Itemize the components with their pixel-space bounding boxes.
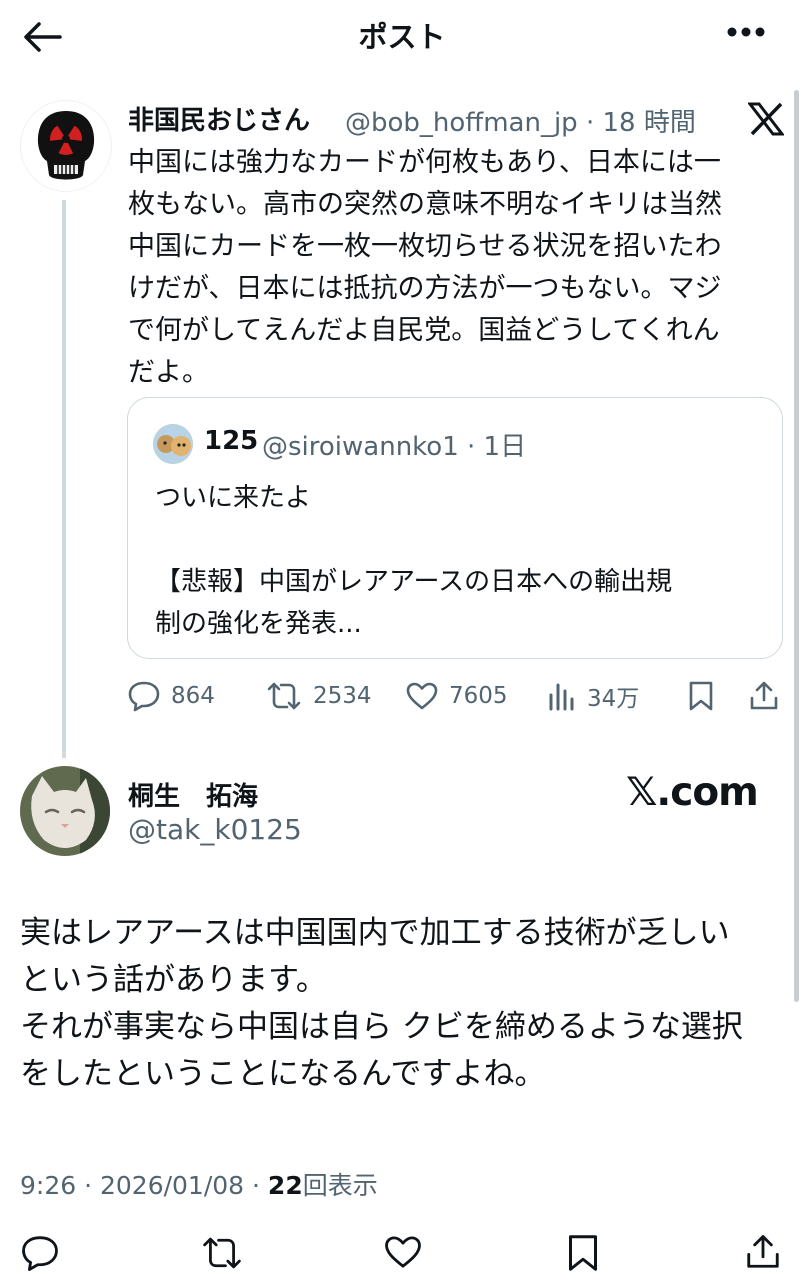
more-horizontal-icon: [727, 27, 765, 37]
reply-button[interactable]: 864: [127, 678, 215, 714]
reply-author-name[interactable]: 桐生 拓海: [128, 776, 258, 813]
quote-author-handle-time: @siroiwannko1 · 1日: [262, 432, 527, 462]
bottom-reply-button[interactable]: [20, 1233, 60, 1273]
bottom-bookmark-button[interactable]: [566, 1233, 606, 1273]
bottom-like-button[interactable]: [383, 1233, 423, 1273]
bookmark-icon: [689, 681, 713, 711]
reply-icon: [128, 681, 160, 712]
bottom-repost-button[interactable]: [200, 1233, 241, 1273]
quote-author-name: 125: [204, 426, 259, 456]
reply-icon: [22, 1236, 58, 1271]
repost-icon: [203, 1237, 241, 1269]
repost-icon: [267, 682, 301, 710]
page-title: ポスト: [358, 20, 446, 54]
thread-connector: [62, 200, 66, 758]
avatar[interactable]: [20, 100, 112, 192]
view-count-label: 回表示: [302, 1171, 378, 1200]
author-handle-time[interactable]: @bob_hoffman_jp · 18 時間: [345, 102, 696, 139]
reply-avatar[interactable]: [20, 766, 110, 856]
skull-avatar-icon: [37, 111, 95, 180]
analytics-icon: [549, 683, 574, 711]
dog-avatar-icon: [153, 424, 193, 464]
repost-button[interactable]: 2534: [265, 678, 372, 714]
post-timestamp: 9:26 · 2026/01/08 · 22回表示: [20, 1171, 378, 1200]
author-name[interactable]: 非国民おじさん: [128, 100, 310, 137]
view-count: 34万: [587, 686, 640, 712]
more-button[interactable]: [726, 26, 766, 38]
heart-icon: [385, 1236, 421, 1268]
views-button[interactable]: 34万: [547, 678, 639, 714]
like-count: 7605: [449, 683, 508, 709]
repost-count: 2534: [313, 683, 372, 709]
reply-count: 864: [171, 683, 215, 709]
bookmark-button[interactable]: [688, 678, 714, 714]
x-logo-icon: [748, 102, 784, 136]
reply-author-handle[interactable]: @tak_k0125: [128, 813, 302, 846]
share-button[interactable]: [748, 678, 780, 714]
bookmark-icon: [569, 1235, 597, 1271]
view-count-number: 22: [267, 1171, 303, 1200]
post-body: 中国には強力なカードが何枚もあり、日本には一 枚もない。高市の突然の意味不明なイ…: [128, 147, 722, 388]
like-button[interactable]: 7605: [405, 678, 508, 714]
heart-icon: [406, 682, 438, 710]
x-com-brand: 𝕏.com: [626, 770, 759, 815]
quote-body: ついに来たよ 【悲報】中国がレアアースの日本への輸出規 制の強化を発表...: [155, 483, 673, 639]
share-icon: [747, 1235, 779, 1268]
share-icon: [750, 681, 778, 710]
reply-body: 実はレアアースは中国国内で加工する技術が乏しい という話があります。 それが事実…: [20, 915, 743, 1092]
scrollbar[interactable]: [794, 90, 799, 1002]
quote-avatar: [153, 424, 193, 464]
cat-avatar-icon: [20, 766, 110, 856]
bottom-share-button[interactable]: [744, 1233, 784, 1273]
